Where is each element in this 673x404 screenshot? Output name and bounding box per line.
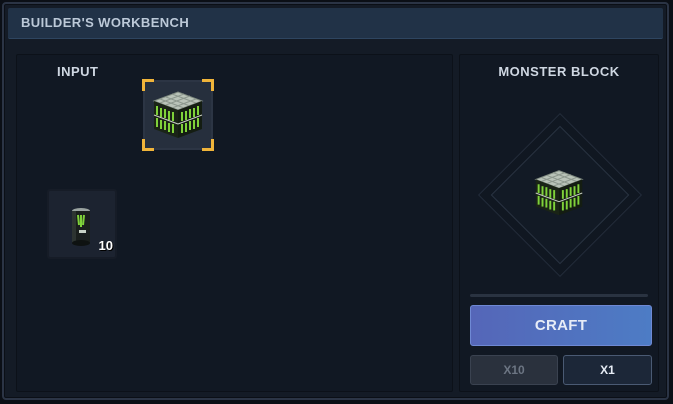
quantity-x1-button[interactable]: X1 — [563, 355, 652, 385]
title-bar: BUILDER'S WORKBENCH — [8, 8, 663, 39]
output-panel: MONSTER BLOCK CRAFT X10 X1 — [459, 54, 659, 392]
input-label: INPUT — [57, 64, 99, 79]
panel-divider — [470, 294, 648, 297]
output-preview — [490, 125, 630, 265]
monster-block-icon — [152, 91, 204, 138]
quantity-x10-button[interactable]: X10 — [470, 355, 558, 385]
monster-block-icon — [534, 170, 584, 216]
input-slot-energy-can[interactable]: 10 — [47, 189, 117, 259]
input-panel: INPUT 10 — [16, 54, 453, 392]
workbench-window: BUILDER'S WORKBENCH INPUT 10 MONSTER BLO… — [2, 2, 669, 400]
window-title: BUILDER'S WORKBENCH — [21, 15, 190, 30]
item-count: 10 — [98, 238, 113, 253]
output-item-name: MONSTER BLOCK — [498, 64, 620, 79]
craft-button[interactable]: CRAFT — [470, 305, 652, 346]
input-slot-monster-block[interactable] — [142, 79, 214, 151]
